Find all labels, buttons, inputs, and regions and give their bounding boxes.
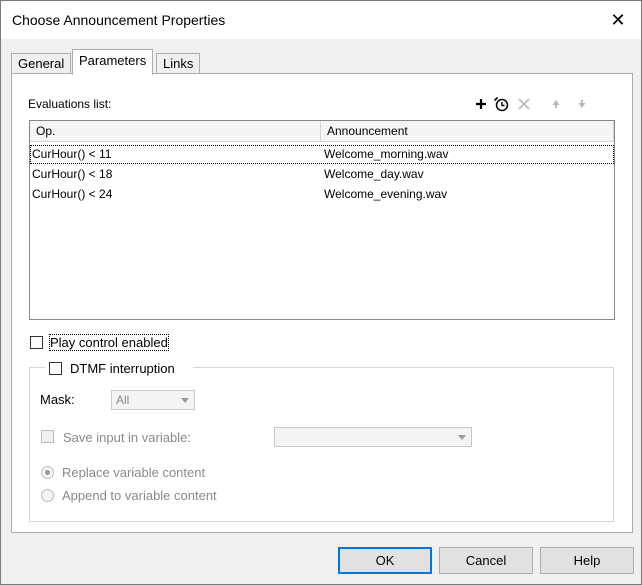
row-announcement: Welcome_day.wav (324, 167, 424, 181)
append-radio[interactable] (41, 489, 54, 502)
chevron-down-icon (454, 429, 470, 445)
delete-icon[interactable] (515, 95, 533, 113)
play-control-checkbox[interactable] (30, 336, 43, 349)
add-icon[interactable] (472, 95, 490, 113)
column-header-announcement[interactable]: Announcement (321, 121, 614, 141)
save-input-label: Save input in variable: (63, 430, 191, 445)
row-op: CurHour() < 11 (32, 147, 112, 161)
variable-select[interactable] (274, 427, 472, 447)
move-up-icon[interactable] (547, 95, 565, 113)
move-down-icon[interactable] (573, 95, 591, 113)
row-op: CurHour() < 18 (32, 167, 113, 181)
window-title: Choose Announcement Properties (12, 12, 226, 28)
row-announcement: Welcome_evening.wav (324, 187, 448, 201)
table-row[interactable]: CurHour() < 11 Welcome_morning.wav (30, 145, 614, 164)
replace-label: Replace variable content (62, 465, 206, 480)
row-op: CurHour() < 24 (32, 187, 113, 201)
ok-button[interactable]: OK (338, 547, 432, 574)
replace-radio[interactable] (41, 466, 54, 479)
chevron-down-icon (177, 392, 193, 408)
close-icon[interactable]: ✕ (605, 7, 631, 33)
tab-links[interactable]: Links (156, 53, 201, 74)
table-row[interactable]: CurHour() < 24 Welcome_evening.wav (30, 185, 614, 204)
tab-parameters[interactable]: Parameters (72, 49, 154, 75)
mask-select[interactable]: All (111, 390, 195, 410)
save-input-checkbox[interactable] (41, 430, 54, 443)
table-row[interactable]: CurHour() < 18 Welcome_day.wav (30, 165, 614, 184)
cancel-button[interactable]: Cancel (439, 547, 533, 574)
help-button[interactable]: Help (540, 547, 634, 574)
dtmf-legend: DTMF interruption (45, 359, 193, 377)
dtmf-label[interactable]: DTMF interruption (70, 361, 175, 376)
evaluations-label: Evaluations list: (28, 97, 112, 111)
parameters-panel: Evaluations list: Op. Announcement CurHo… (11, 73, 633, 533)
evaluations-list[interactable]: Op. Announcement CurHour() < 11 Welcome_… (29, 120, 615, 320)
play-control-label[interactable]: Play control enabled (49, 334, 169, 351)
append-label: Append to variable content (62, 488, 217, 503)
dtmf-checkbox[interactable] (49, 362, 62, 375)
edit-clock-icon[interactable] (492, 95, 510, 113)
row-announcement: Welcome_morning.wav (324, 147, 449, 161)
mask-value: All (116, 393, 130, 407)
title-bar: Choose Announcement Properties ✕ (1, 1, 641, 39)
mask-label: Mask: (40, 392, 75, 407)
list-header: Op. Announcement (30, 121, 614, 142)
column-header-op[interactable]: Op. (30, 121, 321, 141)
tab-general[interactable]: General (11, 53, 72, 74)
dialog-window: Choose Announcement Properties ✕ General… (0, 0, 642, 585)
